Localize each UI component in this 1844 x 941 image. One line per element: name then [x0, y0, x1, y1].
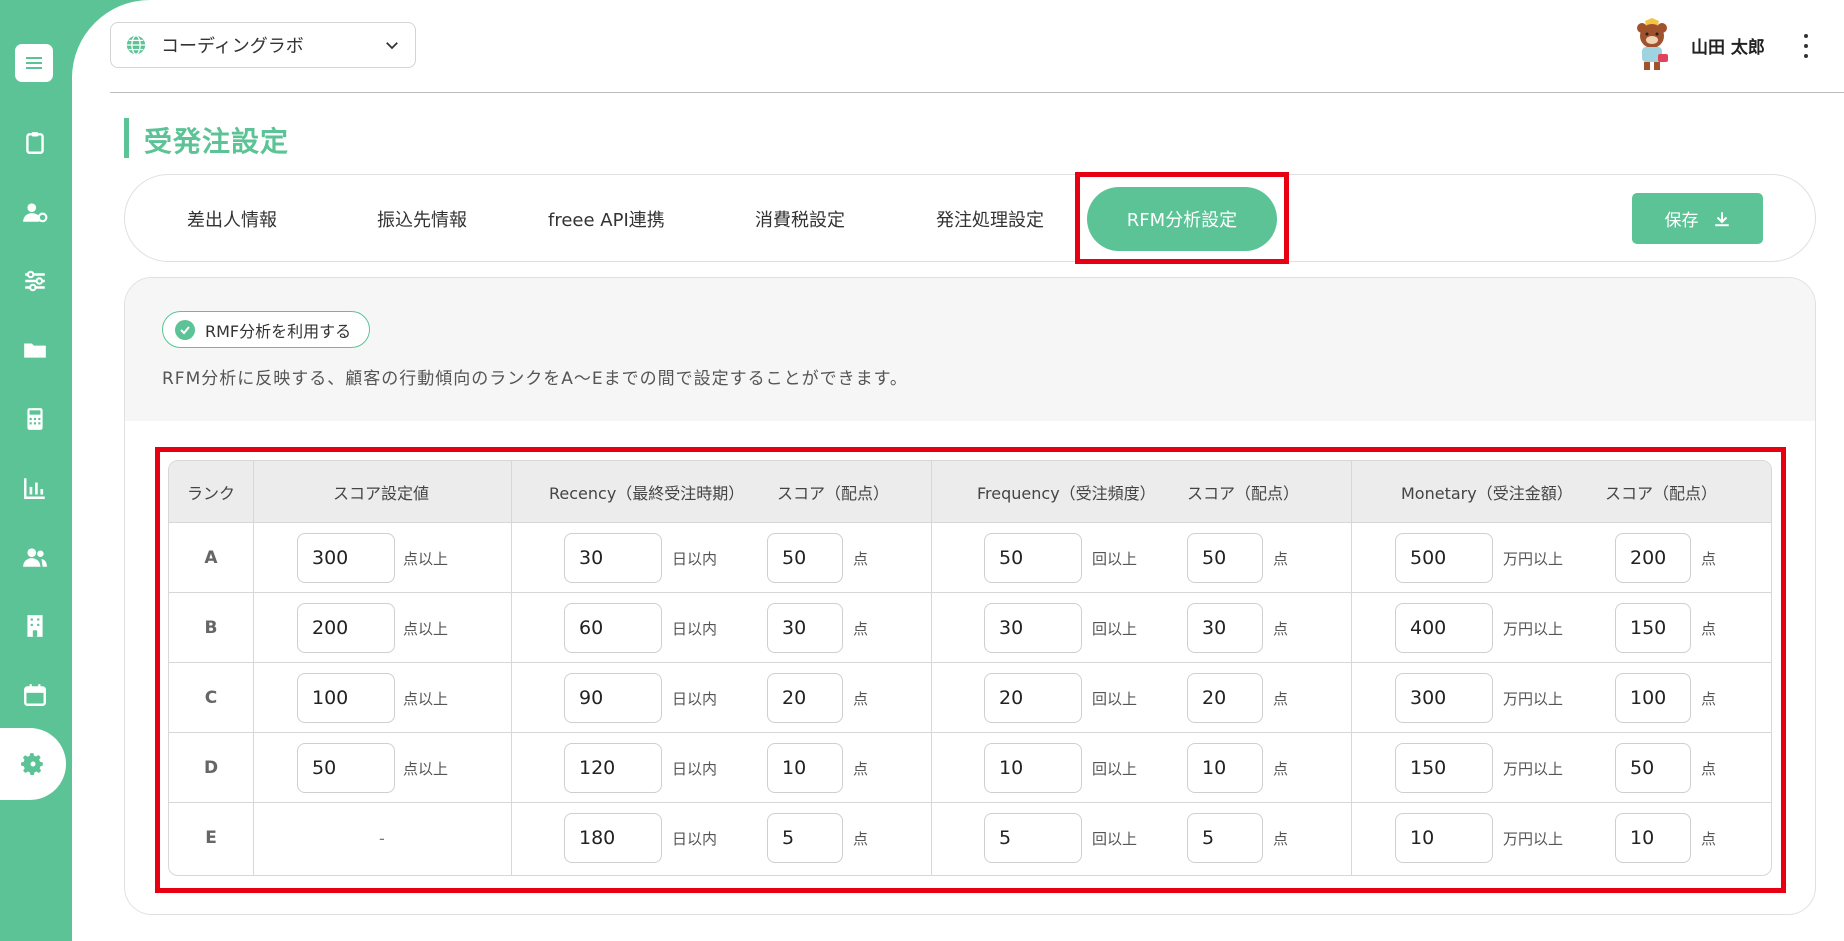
user-name: 山田 太郎: [1691, 37, 1765, 58]
settings-tab-bar: 差出人情報 振込先情報 freee API連携 消費税設定 発注処理設定 RFM…: [124, 174, 1816, 262]
avatar: [1625, 18, 1679, 72]
building-icon[interactable]: [14, 605, 56, 647]
title-accent-bar: [124, 118, 129, 158]
calendar-icon[interactable]: [14, 674, 56, 716]
rfm-enable-toggle[interactable]: RMF分析を利用する: [162, 311, 371, 348]
sliders-icon[interactable]: [14, 260, 56, 302]
more-options-icon[interactable]: [1796, 34, 1816, 58]
tab-order-processing[interactable]: 発注処理設定: [936, 199, 1044, 239]
check-icon: [175, 319, 195, 340]
clipboard-icon[interactable]: [14, 122, 56, 164]
menu-icon[interactable]: [15, 44, 53, 82]
highlight-box-table: [155, 447, 1786, 893]
card-header: [125, 278, 1815, 421]
gear-icon[interactable]: [0, 728, 66, 800]
user-settings-icon[interactable]: [14, 191, 56, 233]
tab-sender-info[interactable]: 差出人情報: [187, 199, 277, 239]
globe-icon: [126, 35, 146, 55]
highlight-box-tab: [1075, 172, 1289, 264]
rfm-enable-label: RMF分析を利用する: [205, 321, 352, 341]
rfm-description: RFM分析に反映する、顧客の行動傾向のランクをA〜Eまでの間で設定することができ…: [162, 369, 908, 389]
header-divider: [110, 92, 1844, 93]
organization-label: コーディングラボ: [161, 36, 304, 57]
page-title: 受発注設定: [144, 125, 290, 158]
organization-select[interactable]: コーディングラボ: [110, 22, 416, 68]
tab-bank-account[interactable]: 振込先情報: [377, 199, 467, 239]
calculator-icon[interactable]: [14, 398, 56, 440]
tab-consumption-tax[interactable]: 消費税設定: [755, 199, 845, 239]
save-button-label: 保存: [1664, 211, 1699, 231]
user-menu[interactable]: 山田 太郎: [1625, 18, 1765, 72]
users-icon[interactable]: [14, 536, 56, 578]
chevron-down-icon: [386, 42, 398, 50]
folder-icon[interactable]: [14, 329, 56, 371]
tab-freee-api[interactable]: freee API連携: [548, 199, 665, 239]
save-button[interactable]: 保存: [1632, 193, 1763, 244]
sidebar: [0, 0, 72, 941]
bar-chart-icon[interactable]: [14, 467, 56, 509]
download-icon: [1714, 211, 1729, 226]
